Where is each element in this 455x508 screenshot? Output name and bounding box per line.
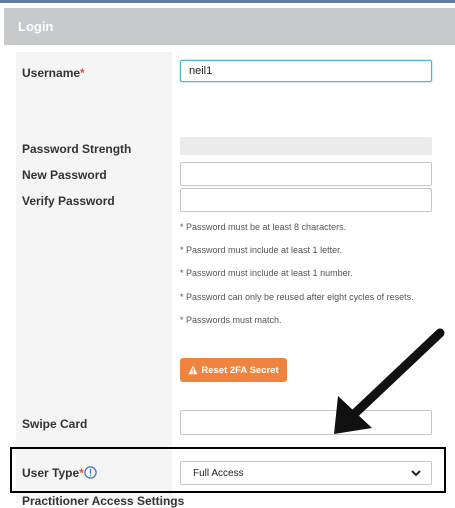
password-hint-match: * Passwords must match. — [180, 315, 282, 325]
username-input[interactable] — [180, 60, 432, 82]
chevron-down-icon — [411, 470, 421, 477]
user-type-label: User Type* — [22, 466, 84, 480]
reset-2fa-label: Reset 2FA Secret — [201, 364, 279, 376]
practitioner-access-settings-label: Practitioner Access Settings — [22, 494, 185, 508]
label-column — [16, 52, 172, 503]
reset-2fa-button[interactable]: Reset 2FA Secret — [180, 358, 287, 382]
password-hint-letter: * Password must include at least 1 lette… — [180, 245, 343, 255]
password-hint-reuse: * Password can only be reused after eigh… — [180, 292, 414, 302]
verify-password-label: Verify Password — [22, 194, 115, 208]
password-strength-label: Password Strength — [22, 142, 132, 156]
new-password-input[interactable] — [180, 162, 432, 186]
swipe-card-input[interactable] — [180, 410, 432, 435]
swipe-card-label: Swipe Card — [22, 417, 88, 431]
username-label: Username* — [22, 66, 85, 80]
new-password-label: New Password — [22, 168, 107, 182]
verify-password-input[interactable] — [180, 188, 432, 212]
login-section-header: Login — [4, 8, 455, 45]
warning-icon — [188, 365, 198, 375]
section-title: Login — [18, 19, 54, 34]
password-hint-length: * Password must be at least 8 characters… — [180, 222, 347, 232]
user-type-select[interactable]: Full Access — [180, 461, 432, 485]
user-type-selected-value: Full Access — [193, 468, 244, 479]
info-icon[interactable] — [84, 466, 97, 479]
password-hint-number: * Password must include at least 1 numbe… — [180, 268, 353, 278]
top-accent-line — [0, 0, 455, 3]
password-strength-meter — [180, 137, 432, 155]
required-mark: * — [80, 66, 85, 80]
